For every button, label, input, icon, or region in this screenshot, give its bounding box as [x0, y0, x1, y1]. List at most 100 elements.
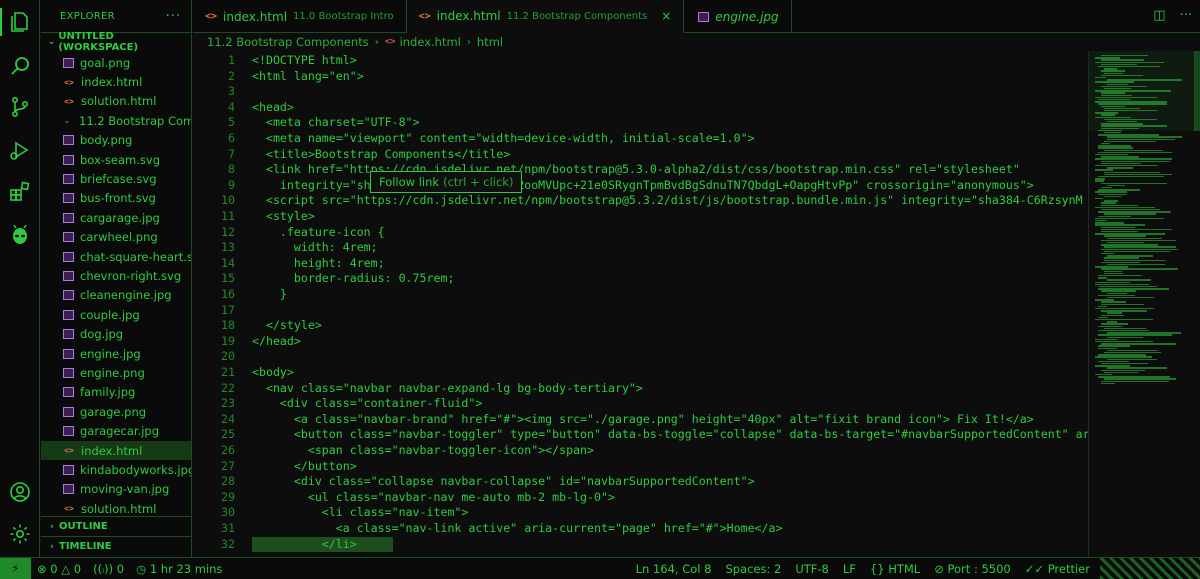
workspace-row[interactable]: ⌄ UNTITLED (WORKSPACE)	[41, 31, 191, 53]
code-line[interactable]: 25 <button class="navbar-toggler" type="…	[193, 427, 1088, 443]
code-line[interactable]: 10 <script src="https://cdn.jsdelivr.net…	[193, 193, 1088, 209]
code-line[interactable]: 23 <div class="container-fluid">	[193, 396, 1088, 412]
code-line[interactable]: 18 </style>	[193, 318, 1088, 334]
code-line[interactable]: 1 <!DOCTYPE html>	[193, 53, 1088, 69]
folder-item[interactable]: ⌄ 11.2 Bootstrap Com...	[41, 111, 191, 130]
code-line[interactable]: 32 </li>	[193, 536, 1088, 553]
chevron-right-icon: ›	[50, 521, 54, 532]
remote-indicator[interactable]: ⚡	[0, 558, 31, 579]
time-value: 1 hr 23 mins	[149, 561, 223, 576]
file-item[interactable]: cleanengine.jpg	[41, 286, 191, 305]
file-item[interactable]: cargarage.jpg	[41, 208, 191, 227]
code-line[interactable]: 22 <nav class="navbar navbar-expand-lg b…	[193, 381, 1088, 397]
minimap-line	[1095, 178, 1105, 180]
code-line[interactable]: 5 <meta charset="UTF-8">	[193, 115, 1088, 131]
split-editor-icon[interactable]: ◫	[1153, 8, 1165, 23]
settings-gear-icon[interactable]	[6, 520, 34, 548]
code-line[interactable]: 12 .feature-icon {	[193, 225, 1088, 241]
file-item[interactable]: <> index.html	[41, 440, 191, 461]
code-line[interactable]: 30 <li class="nav-item">	[193, 505, 1088, 521]
breadcrumb-file[interactable]: index.html	[400, 35, 461, 49]
scrollbar-thumb[interactable]	[1194, 51, 1200, 131]
code-line[interactable]: 20	[193, 349, 1088, 365]
alien-extension-icon[interactable]	[6, 222, 34, 250]
code-line[interactable]: 2 <html lang="en">	[193, 69, 1088, 85]
code-line[interactable]: 7 <title>Bootstrap Components</title>	[193, 147, 1088, 163]
minimap[interactable]	[1088, 51, 1200, 557]
ports-indicator[interactable]: ((ᵢ)) 0	[93, 562, 124, 576]
account-icon[interactable]	[6, 478, 34, 506]
file-item[interactable]: goal.png	[41, 53, 191, 72]
file-item[interactable]: engine.jpg	[41, 344, 191, 363]
file-item[interactable]: garage.png	[41, 402, 191, 421]
file-item[interactable]: <> solution.html	[41, 92, 191, 111]
code-line[interactable]: 14 height: 4rem;	[193, 256, 1088, 272]
timeline-section[interactable]: › TIMELINE	[41, 536, 191, 556]
editor-tab[interactable]: <> index.html 11.0 Bootstrap Intro	[193, 0, 407, 33]
file-item[interactable]: bus-front.svg	[41, 189, 191, 208]
search-icon[interactable]	[6, 52, 34, 80]
language-mode[interactable]: {} HTML	[870, 562, 920, 576]
outline-section[interactable]: › OUTLINE	[41, 516, 191, 536]
editor-tab[interactable]: <> index.html 11.2 Bootstrap Components ×	[406, 0, 685, 33]
code-line[interactable]: 19 </head>	[193, 334, 1088, 350]
end-of-line[interactable]: LF	[843, 562, 856, 576]
problems-indicator[interactable]: ⊗ 0 △ 0	[37, 562, 81, 576]
code-line[interactable]: 28 <div class="collapse navbar-collapse"…	[193, 474, 1088, 490]
extensions-icon[interactable]	[6, 178, 34, 206]
file-item[interactable]: moving-van.jpg	[41, 480, 191, 499]
file-item[interactable]: chevron-right.svg	[41, 266, 191, 285]
file-item[interactable]: engine.png	[41, 363, 191, 382]
code-line[interactable]: 6 <meta name="viewport" content="width=d…	[193, 131, 1088, 147]
code-line[interactable]: 15 border-radius: 0.75rem;	[193, 271, 1088, 287]
code-editor[interactable]: 1 <!DOCTYPE html> 2 <html lang="en"> 3 4 <head…	[193, 51, 1088, 557]
code-line[interactable]: 9 integrity="sha384-aFq/bzH65dt+w6FI2ooM…	[193, 178, 1088, 194]
minimap-line	[1101, 160, 1170, 162]
image-file-icon	[63, 464, 74, 475]
live-server-port[interactable]: ⊘ Port : 5500	[934, 562, 1011, 576]
breadcrumb-folder[interactable]: 11.2 Bootstrap Components	[207, 35, 369, 49]
run-debug-icon[interactable]	[6, 136, 34, 164]
breadcrumb-symbol[interactable]: html	[477, 35, 503, 49]
file-item[interactable]: briefcase.svg	[41, 169, 191, 188]
code-line[interactable]: 17	[193, 303, 1088, 319]
encoding[interactable]: UTF-8	[795, 562, 829, 576]
file-item[interactable]: <> index.html	[41, 72, 191, 91]
code-line[interactable]: 8 <link href="https://cdn.jsdelivr.net/n…	[193, 162, 1088, 178]
source-control-icon[interactable]	[6, 93, 34, 121]
file-name: couple.jpg	[80, 307, 140, 322]
code-line[interactable]: 24 <a class="navbar-brand" href="#"><img…	[193, 412, 1088, 428]
time-tracker[interactable]: ◷ 1 hr 23 mins	[136, 562, 222, 576]
file-item[interactable]: family.jpg	[41, 383, 191, 402]
close-icon[interactable]: ×	[661, 9, 671, 23]
code-line[interactable]: 31 <a class="nav-link active" aria-curre…	[193, 521, 1088, 537]
file-item[interactable]: body.png	[41, 131, 191, 150]
code-line[interactable]: 26 <span class="navbar-toggler-icon"></s…	[193, 443, 1088, 459]
code-line[interactable]: 16 }	[193, 287, 1088, 303]
code-line[interactable]: 27 </button>	[193, 459, 1088, 475]
file-name: cargarage.jpg	[80, 210, 160, 225]
explorer-files-icon[interactable]	[0, 8, 34, 36]
minimap-line	[1107, 321, 1117, 323]
file-item[interactable]: garagecar.jpg	[41, 421, 191, 440]
file-item[interactable]: dog.jpg	[41, 324, 191, 343]
file-item[interactable]: kindabodyworks.jpg	[41, 460, 191, 479]
minimap-line	[1101, 74, 1143, 77]
code-line[interactable]: 21 <body>	[193, 365, 1088, 381]
code-line[interactable]: 4 <head>	[193, 100, 1088, 116]
file-item[interactable]: chat-square-heart.s...	[41, 247, 191, 266]
indentation[interactable]: Spaces: 2	[725, 562, 781, 576]
cursor-position[interactable]: Ln 164, Col 8	[636, 562, 712, 576]
file-item[interactable]: box-seam.svg	[41, 150, 191, 169]
more-actions-icon[interactable]: ···	[166, 9, 181, 24]
editor-tab[interactable]: engine.jpg	[684, 0, 792, 33]
code-line[interactable]: 13 width: 4rem;	[193, 240, 1088, 256]
more-actions-icon[interactable]: ···	[1180, 8, 1192, 23]
prettier-status[interactable]: ✓✓ Prettier	[1025, 562, 1090, 576]
code-line[interactable]: 3	[193, 84, 1088, 100]
line-number: 9	[228, 177, 235, 192]
file-item[interactable]: carwheel.png	[41, 228, 191, 247]
code-line[interactable]: 29 <ul class="navbar-nav me-auto mb-2 mb…	[193, 490, 1088, 506]
file-item[interactable]: couple.jpg	[41, 305, 191, 324]
code-line[interactable]: 11 <style>	[193, 209, 1088, 225]
